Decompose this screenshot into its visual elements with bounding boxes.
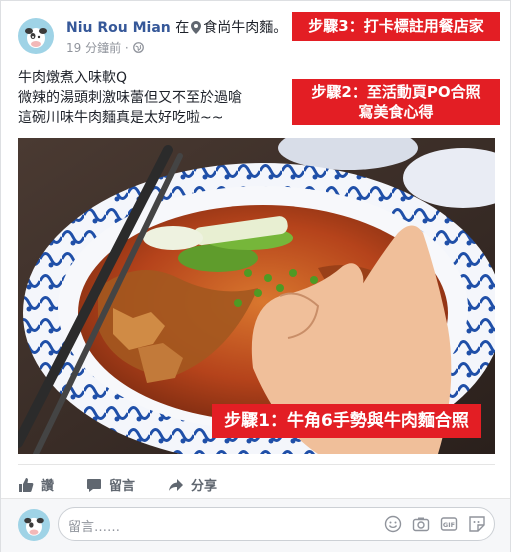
- globe-icon[interactable]: [132, 42, 144, 53]
- post-timestamp[interactable]: 19 分鐘前: [66, 41, 121, 55]
- action-bar: 讚 留言 分享: [18, 464, 495, 499]
- author-avatar[interactable]: [18, 18, 54, 54]
- step1-badge: 步驟1：牛角6手勢與牛肉麵合照: [212, 404, 481, 438]
- gif-icon[interactable]: GIF: [440, 515, 458, 533]
- step3-badge: 步驟3：打卡標註用餐店家: [292, 12, 500, 41]
- location-prefix: 在: [175, 20, 190, 36]
- location-link[interactable]: 食尚牛肉麵: [203, 20, 273, 36]
- share-button[interactable]: 分享: [168, 475, 217, 494]
- comment-input[interactable]: 留言…… GIF: [58, 507, 495, 541]
- like-button[interactable]: 讚: [18, 475, 54, 494]
- post-text: 牛肉燉煮入味軟Q 微辣的湯頭刺激味蕾但又不至於過嗆 這碗川味牛肉麵真是太好吃啦~…: [18, 68, 242, 128]
- location-pin-icon: [191, 21, 202, 34]
- like-label: 讚: [41, 479, 55, 494]
- post-text-line: 牛肉燉煮入味軟Q: [18, 70, 128, 86]
- post-meta: 19 分鐘前 ·: [66, 39, 144, 56]
- share-label: 分享: [191, 479, 218, 494]
- author-name[interactable]: Niu Rou Mian: [66, 20, 171, 36]
- comment-bar: 留言…… GIF: [1, 498, 510, 552]
- svg-text:GIF: GIF: [443, 521, 455, 529]
- post-card: Niu Rou Mian 在食尚牛肉麵。 19 分鐘前 · 步驟3：打卡標註用餐…: [0, 0, 511, 552]
- thumbs-up-icon: [19, 477, 34, 492]
- post-text-line: 這碗川味牛肉麵真是太好吃啦~~: [18, 110, 224, 126]
- comment-tools: GIF: [384, 515, 486, 533]
- step2-badge: 步驟2：至活動頁PO合照 寫美食心得: [292, 79, 500, 125]
- author-line: Niu Rou Mian 在食尚牛肉麵。: [66, 17, 287, 37]
- emoji-icon[interactable]: [384, 515, 402, 533]
- camera-icon[interactable]: [412, 515, 430, 533]
- meta-dot: ·: [124, 41, 129, 55]
- share-icon: [169, 478, 183, 491]
- commenter-avatar[interactable]: [18, 509, 50, 541]
- comment-placeholder: 留言……: [68, 520, 121, 535]
- post-text-line: 微辣的湯頭刺激味蕾但又不至於過嗆: [18, 90, 242, 106]
- location-suffix: 。: [273, 20, 288, 36]
- comment-icon: [87, 478, 101, 492]
- comment-label: 留言: [109, 479, 136, 494]
- sticker-icon[interactable]: [468, 515, 486, 533]
- comment-button[interactable]: 留言: [86, 475, 135, 494]
